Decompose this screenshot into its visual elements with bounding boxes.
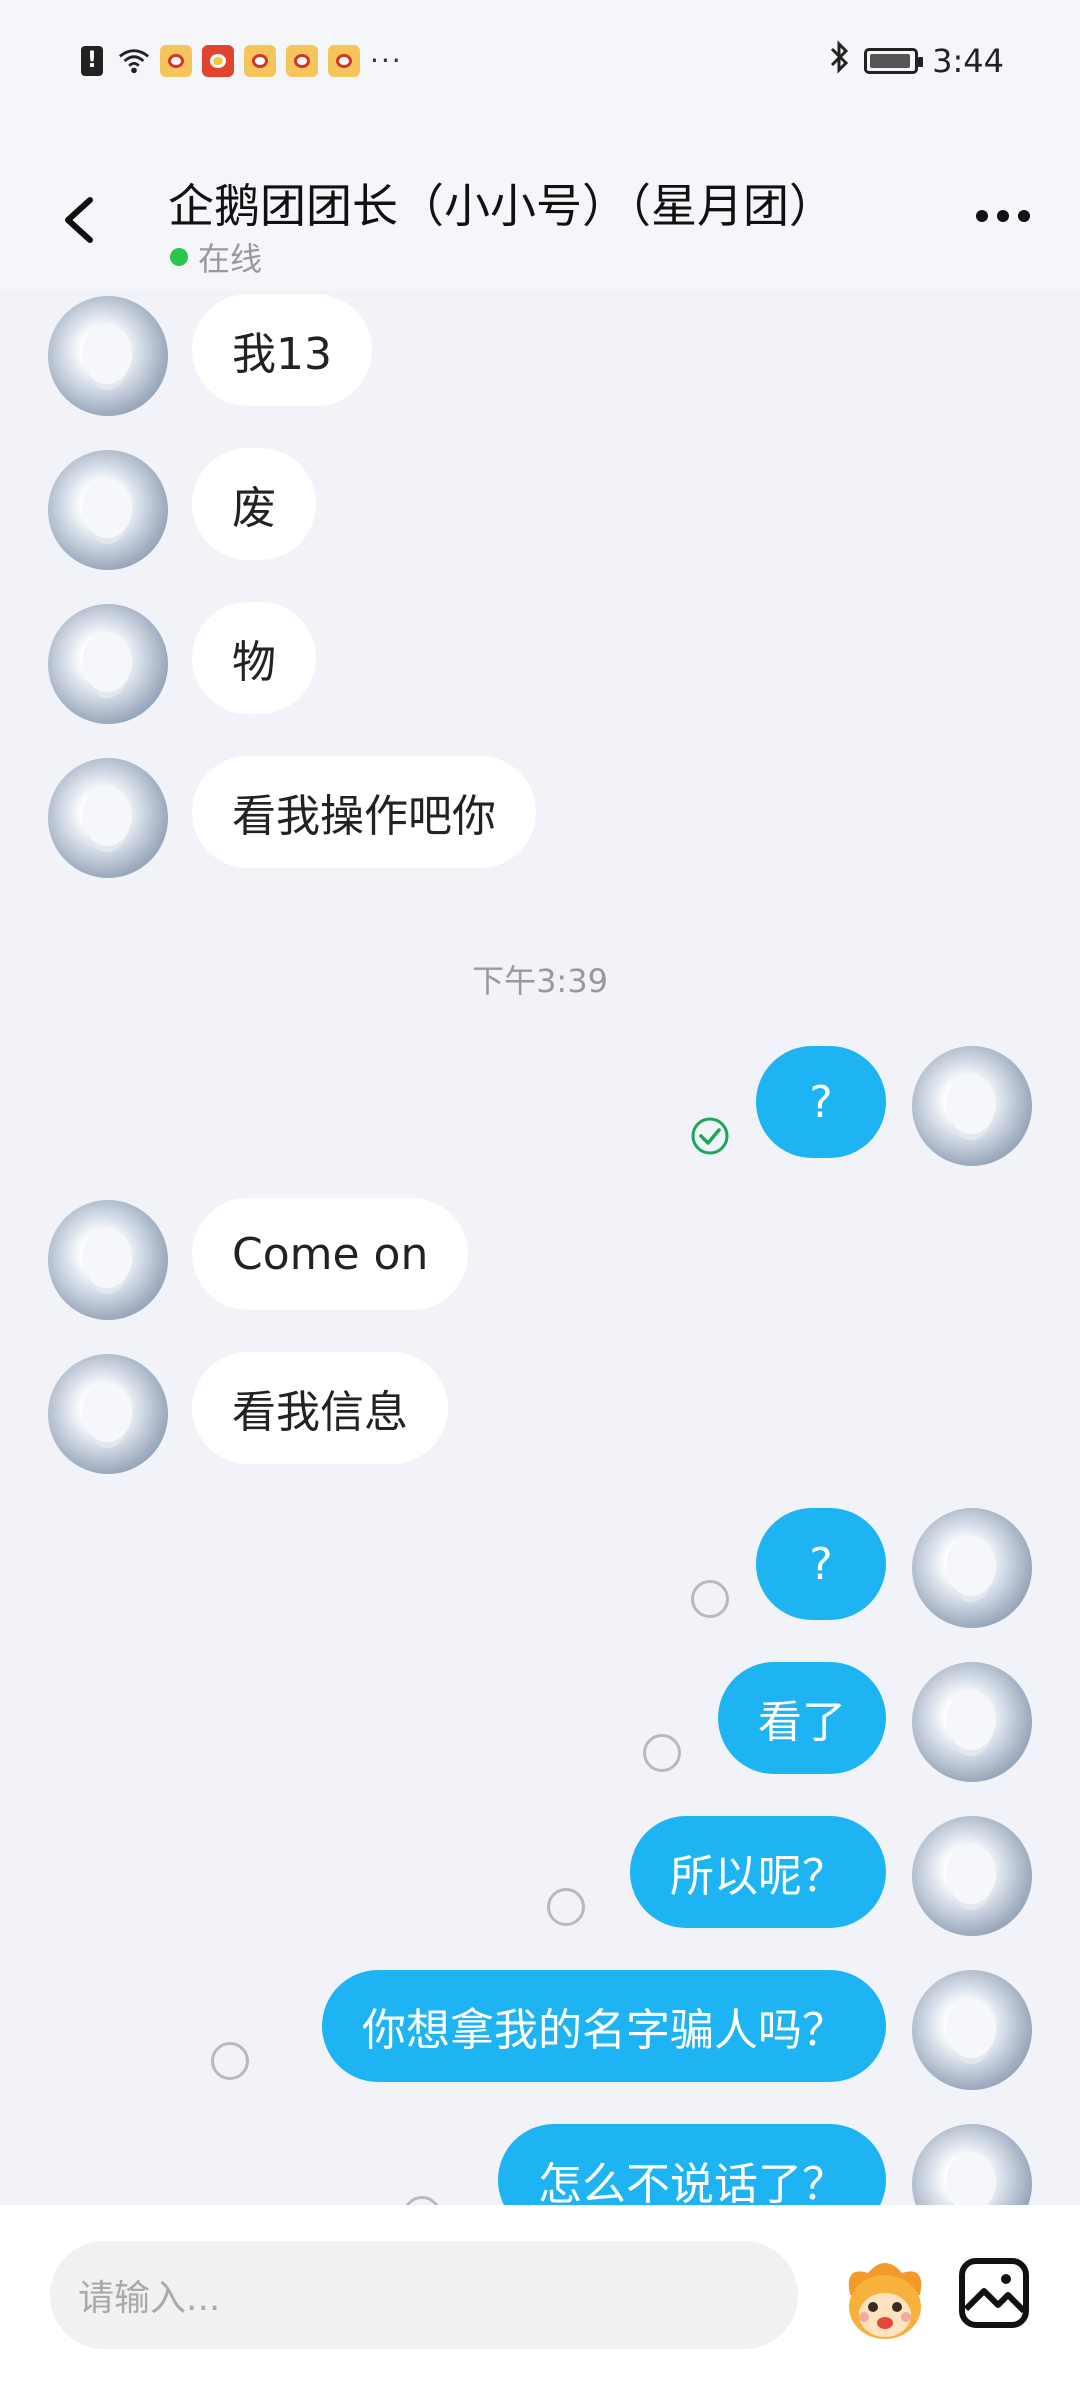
dot (976, 210, 988, 222)
contact-avatar[interactable] (48, 450, 168, 570)
weibo-icon (244, 44, 276, 77)
message-bubble-outgoing[interactable]: 你想拿我的名字骗人吗？ (322, 1970, 886, 2082)
bluetooth-icon (828, 40, 850, 82)
message-bubble-outgoing[interactable]: ? (756, 1508, 886, 1620)
my-avatar[interactable] (912, 2124, 1032, 2205)
chat-title[interactable]: 企鹅团团长（小小号）（星月团） (168, 170, 835, 236)
battery-icon (864, 48, 924, 74)
unread-status-icon (547, 1888, 585, 1926)
my-avatar[interactable] (912, 1508, 1032, 1628)
status-bar: ! ··· 3:44 (0, 0, 1080, 130)
online-status-label: 在线 (198, 240, 263, 278)
message-bubble-outgoing[interactable]: 看了 (718, 1662, 886, 1774)
my-avatar[interactable] (912, 1970, 1032, 2090)
unread-status-icon (403, 2196, 441, 2205)
more-notifications-indicator: ··· (370, 44, 403, 77)
chat-header: 企鹅团团长（小小号）（星月团） 在线 (0, 130, 1080, 290)
image-button[interactable] (956, 2255, 1032, 2331)
contact-avatar[interactable] (48, 758, 168, 878)
more-options-button[interactable] (976, 210, 1030, 222)
contact-avatar[interactable] (48, 1354, 168, 1474)
status-bar-notifications: ! ··· (76, 44, 403, 77)
weibo-icon (328, 44, 360, 77)
message-bubble-incoming[interactable]: 我13 (192, 294, 372, 406)
weibo-icon (286, 44, 318, 77)
message-bubble-outgoing[interactable]: ? (756, 1046, 886, 1158)
unread-status-icon (691, 1580, 729, 1618)
image-icon (959, 2258, 1029, 2328)
online-status: 在线 (170, 234, 262, 280)
status-bar-system: 3:44 (828, 40, 1004, 82)
message-bubble-incoming[interactable]: 看我操作吧你 (192, 756, 536, 868)
message-bubble-incoming[interactable]: 看我信息 (192, 1352, 448, 1464)
contact-avatar[interactable] (48, 1200, 168, 1320)
clock: 3:44 (932, 42, 1004, 80)
contact-avatar[interactable] (48, 296, 168, 416)
mascot-sticker-icon (848, 2263, 922, 2339)
online-dot-icon (170, 248, 188, 266)
my-avatar[interactable] (912, 1046, 1032, 1166)
unread-status-icon (643, 1734, 681, 1772)
dot (1018, 210, 1030, 222)
dot (997, 210, 1009, 222)
back-button[interactable] (52, 190, 112, 250)
read-check-icon (691, 1117, 729, 1155)
input-bar: 请输入... (0, 2205, 1080, 2388)
message-bubble-outgoing[interactable]: 所以呢？ (630, 1816, 886, 1928)
wifi-icon (118, 45, 150, 77)
message-bubble-incoming[interactable]: Come on (192, 1198, 469, 1310)
my-avatar[interactable] (912, 1662, 1032, 1782)
alert-icon: ! (76, 45, 108, 77)
qq-app-icon (202, 44, 234, 77)
message-input[interactable]: 请输入... (50, 2241, 798, 2349)
message-bubble-incoming[interactable]: 物 (192, 602, 316, 714)
unread-status-icon (211, 2042, 249, 2080)
sticker-button[interactable] (830, 2255, 940, 2345)
message-list[interactable]: 我13 废 物 看我操作吧你 下午3:39 ? Come on 看我信息 ? 看… (0, 290, 1080, 2205)
weibo-icon (160, 44, 192, 77)
contact-avatar[interactable] (48, 604, 168, 724)
message-bubble-outgoing[interactable]: 怎么不说话了？ (498, 2124, 886, 2205)
message-bubble-incoming[interactable]: 废 (192, 448, 316, 560)
chevron-left-icon (65, 197, 93, 243)
message-timestamp: 下午3:39 (472, 962, 608, 1000)
my-avatar[interactable] (912, 1816, 1032, 1936)
